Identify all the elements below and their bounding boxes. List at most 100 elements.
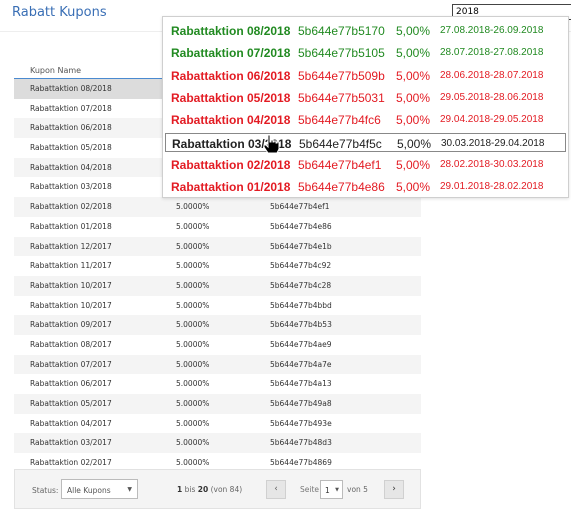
cell-kupon-name: Rabattaktion 06/2017 [30, 379, 112, 389]
cell-kupon-name: Rabattaktion 05/2017 [30, 399, 112, 408]
option-dates: 28.07.2018-27.08.2018 [440, 47, 544, 59]
option-dates: 28.02.2018-30.03.2018 [440, 158, 544, 170]
table-row[interactable]: Rabattaktion 10/2017 5.0000% 5b644e77b4c28 [14, 275, 421, 296]
caret-down-icon: ▼ [335, 487, 339, 493]
option-code: 5b644e77b4fc6 [298, 113, 381, 128]
option-name: Rabattaktion 06/2018 [171, 68, 291, 83]
range-total: (von 84) [210, 485, 243, 494]
cell-kupon-name: Rabattaktion 05/2018 [30, 143, 112, 153]
table-row[interactable]: Rabattaktion 03/2017 5.0000% 5b644e77b48d3 [14, 433, 421, 454]
autocomplete-option[interactable]: Rabattaktion 05/2018 5b644e77b5031 5,00% 29… [165, 88, 566, 107]
table-row[interactable]: Rabattaktion 09/2017 5.0000% 5b644e77b4b53 [14, 315, 421, 335]
cell-discount: 5.0000% [176, 241, 210, 251]
option-name: Rabattaktion 07/2018 [171, 46, 291, 61]
cell-code: 5b644e77b4e1b [270, 241, 332, 251]
autocomplete-option[interactable]: Rabattaktion 08/2018 5b644e77b5170 5,00% 27… [165, 21, 566, 40]
cell-code: 5b644e77b4bbd [270, 300, 332, 310]
cell-discount: 5.0000% [176, 300, 210, 310]
range-bis: bis [184, 485, 196, 494]
cell-kupon-name: Rabattaktion 01/2018 [30, 221, 112, 231]
option-percent: 5,00% [396, 113, 431, 128]
cell-code: 5b644e77b4ef1 [270, 202, 330, 212]
status-label: Status: [32, 486, 59, 495]
page-title: Rabatt Kupons [12, 5, 107, 20]
cell-discount: 5.0000% [176, 339, 210, 349]
table-row[interactable]: Rabattaktion 01/2018 5.0000% 5b644e77b4e86 [14, 217, 421, 237]
prev-page-button[interactable]: ‹ [266, 480, 286, 499]
cell-kupon-name: Rabattaktion 10/2017 [30, 280, 112, 290]
option-percent: 5,00% [396, 24, 431, 38]
status-select[interactable]: Alle Kupons ▼ [61, 479, 138, 499]
table-row[interactable]: Rabattaktion 11/2017 5.0000% 5b644e77b4c92 [14, 256, 421, 276]
chevron-left-icon: ‹ [274, 484, 278, 494]
option-code: 5b644e77b509b [298, 68, 385, 83]
table-row[interactable]: Rabattaktion 08/2017 5.0000% 5b644e77b4ae9 [14, 335, 421, 355]
table-row[interactable]: Rabattaktion 05/2017 5.0000% 5b644e77b49a8 [14, 394, 421, 414]
cell-discount: 5.0000% [176, 399, 210, 408]
cell-code: 5b644e77b48d3 [270, 438, 332, 448]
cell-kupon-name: Rabattaktion 02/2018 [30, 202, 112, 212]
autocomplete-option[interactable]: Rabattaktion 06/2018 5b644e77b509b 5,00% 28… [165, 66, 566, 85]
cell-discount: 5.0000% [176, 320, 210, 330]
cell-code: 5b644e77b4a7e [270, 359, 332, 369]
cell-kupon-name: Rabattaktion 02/2017 [30, 458, 112, 468]
option-name: Rabattaktion 05/2018 [171, 90, 291, 105]
option-code: 5b644e77b5170 [298, 24, 385, 38]
cell-discount: 5.0000% [176, 418, 210, 428]
range-from: 1 [177, 485, 183, 494]
autocomplete-option[interactable]: Rabattaktion 04/2018 5b644e77b4fc6 5,00% 29… [165, 110, 566, 129]
cell-discount: 5.0000% [176, 438, 210, 448]
cell-kupon-name: Rabattaktion 07/2018 [30, 103, 112, 113]
cell-kupon-name: Rabattaktion 03/2017 [30, 438, 112, 448]
option-percent: 5,00% [396, 46, 431, 61]
table-row[interactable]: Rabattaktion 06/2017 5.0000% 5b644e77b4a13 [14, 374, 421, 394]
result-range: 1 bis 20 (von 84) [177, 485, 242, 494]
cell-code: 5b644e77b4e86 [270, 221, 332, 231]
cell-code: 5b644e77b4ae9 [270, 339, 332, 349]
option-name: Rabattaktion 08/2018 [171, 24, 291, 38]
autocomplete-option[interactable]: Rabattaktion 01/2018 5b644e77b4e86 5,00% 29… [165, 177, 566, 196]
page-select-value: 1 [325, 486, 330, 495]
option-code: 5b644e77b4e86 [298, 180, 385, 195]
cell-kupon-name: Rabattaktion 08/2017 [30, 339, 112, 349]
cell-code: 5b644e77b4c92 [270, 261, 332, 271]
cell-discount: 5.0000% [176, 221, 210, 231]
autocomplete-dropdown: Rabattaktion 08/2018 5b644e77b5170 5,00% 27… [162, 16, 569, 198]
cell-code: 5b644e77b493e [270, 418, 332, 428]
cell-kupon-name: Rabattaktion 12/2017 [30, 241, 112, 251]
cell-code: 5b644e77b49a8 [270, 399, 332, 408]
table-row[interactable]: Rabattaktion 04/2017 5.0000% 5b644e77b493e [14, 414, 421, 434]
table-row[interactable]: Rabattaktion 10/2017 5.0000% 5b644e77b4bbd [14, 296, 421, 316]
page-label: Seite [300, 485, 320, 494]
column-header-kupon-name[interactable]: Kupon Name [30, 66, 81, 75]
option-percent: 5,00% [397, 136, 432, 151]
autocomplete-option[interactable]: Rabattaktion 07/2018 5b644e77b5105 5,00% 28… [165, 43, 566, 62]
page-select[interactable]: 1 ▼ [320, 480, 343, 499]
option-percent: 5,00% [396, 90, 431, 105]
option-percent: 5,00% [396, 180, 431, 195]
next-page-button[interactable]: › [384, 480, 404, 499]
cell-code: 5b644e77b4b53 [270, 320, 332, 330]
cell-kupon-name: Rabattaktion 11/2017 [30, 261, 112, 271]
option-code: 5b644e77b4ef1 [298, 157, 382, 172]
cell-kupon-name: Rabattaktion 10/2017 [30, 300, 112, 310]
cell-code: 5b644e77b4c28 [270, 280, 332, 290]
cell-kupon-name: Rabattaktion 04/2017 [30, 418, 112, 428]
cell-discount: 5.0000% [176, 261, 210, 271]
cell-kupon-name: Rabattaktion 03/2018 [30, 182, 112, 192]
autocomplete-option[interactable]: Rabattaktion 02/2018 5b644e77b4ef1 5,00% 28… [165, 155, 566, 174]
cell-kupon-name: Rabattaktion 09/2017 [30, 320, 112, 330]
table-footer: Status: Alle Kupons ▼ 1 bis 20 (von 84) … [14, 469, 421, 509]
table-row[interactable]: Rabattaktion 02/2018 5.0000% 5b644e77b4ef1 [14, 197, 421, 217]
hand-pointer-icon [263, 134, 280, 154]
cell-discount: 5.0000% [176, 202, 210, 212]
table-row[interactable]: Rabattaktion 12/2017 5.0000% 5b644e77b4e1b [14, 236, 421, 257]
autocomplete-option[interactable]: Rabattaktion 03/2018 5b644e77b4f5c 5,00% 30… [165, 132, 566, 152]
option-name: Rabattaktion 04/2018 [171, 113, 291, 128]
table-row[interactable]: Rabattaktion 07/2017 5.0000% 5b644e77b4a7e [14, 354, 421, 375]
option-dates: 27.08.2018-26.09.2018 [440, 25, 544, 36]
cell-kupon-name: Rabattaktion 06/2018 [30, 123, 112, 133]
option-code: 5b644e77b4f5c [299, 136, 382, 151]
range-to: 20 [197, 485, 209, 494]
option-name: Rabattaktion 01/2018 [171, 180, 291, 195]
